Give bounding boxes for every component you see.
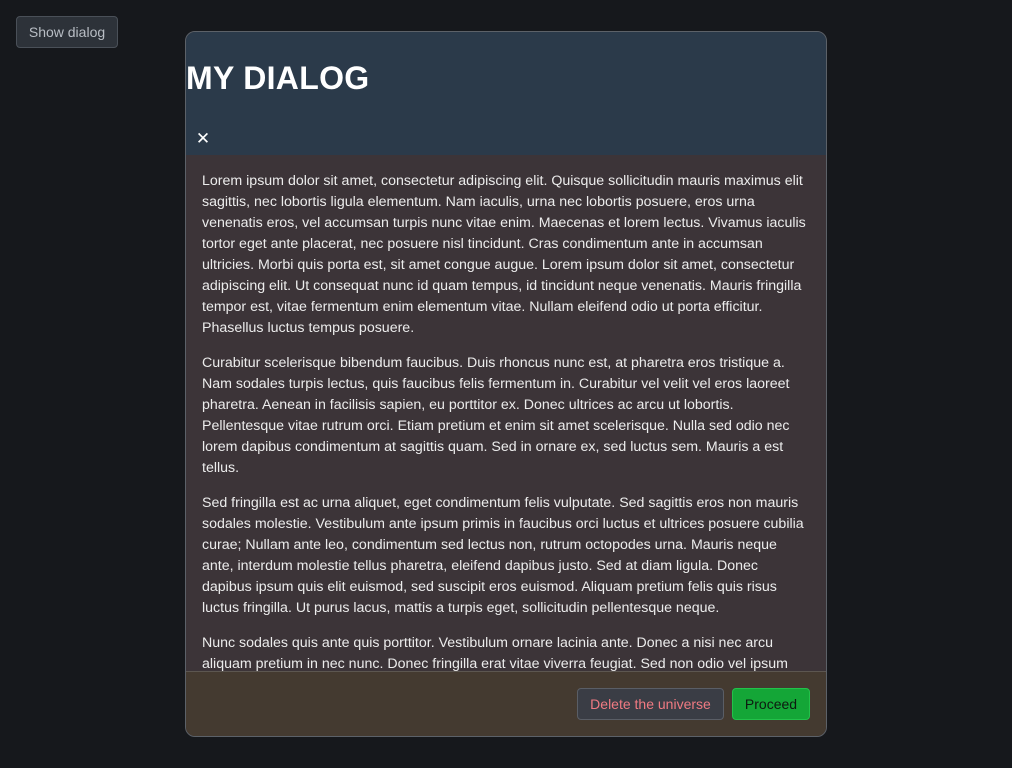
dialog-body[interactable]: Lorem ipsum dolor sit amet, consectetur … <box>186 155 826 671</box>
body-paragraph: Curabitur scelerisque bibendum faucibus.… <box>202 355 790 476</box>
body-paragraph: Lorem ipsum dolor sit amet, consectetur … <box>202 173 806 336</box>
show-dialog-button[interactable]: Show dialog <box>16 16 118 48</box>
dialog-footer: Delete the universe Proceed <box>186 671 826 736</box>
dialog: MY DIALOG ✕ Lorem ipsum dolor sit amet, … <box>185 31 827 737</box>
proceed-button[interactable]: Proceed <box>732 688 810 720</box>
body-paragraph: Sed fringilla est ac urna aliquet, eget … <box>202 495 804 616</box>
dialog-title: MY DIALOG <box>186 60 370 96</box>
body-paragraph: Nunc sodales quis ante quis porttitor. V… <box>202 635 788 671</box>
close-icon[interactable]: ✕ <box>194 128 212 150</box>
delete-universe-button[interactable]: Delete the universe <box>577 688 724 720</box>
dialog-header: MY DIALOG ✕ <box>186 32 826 155</box>
